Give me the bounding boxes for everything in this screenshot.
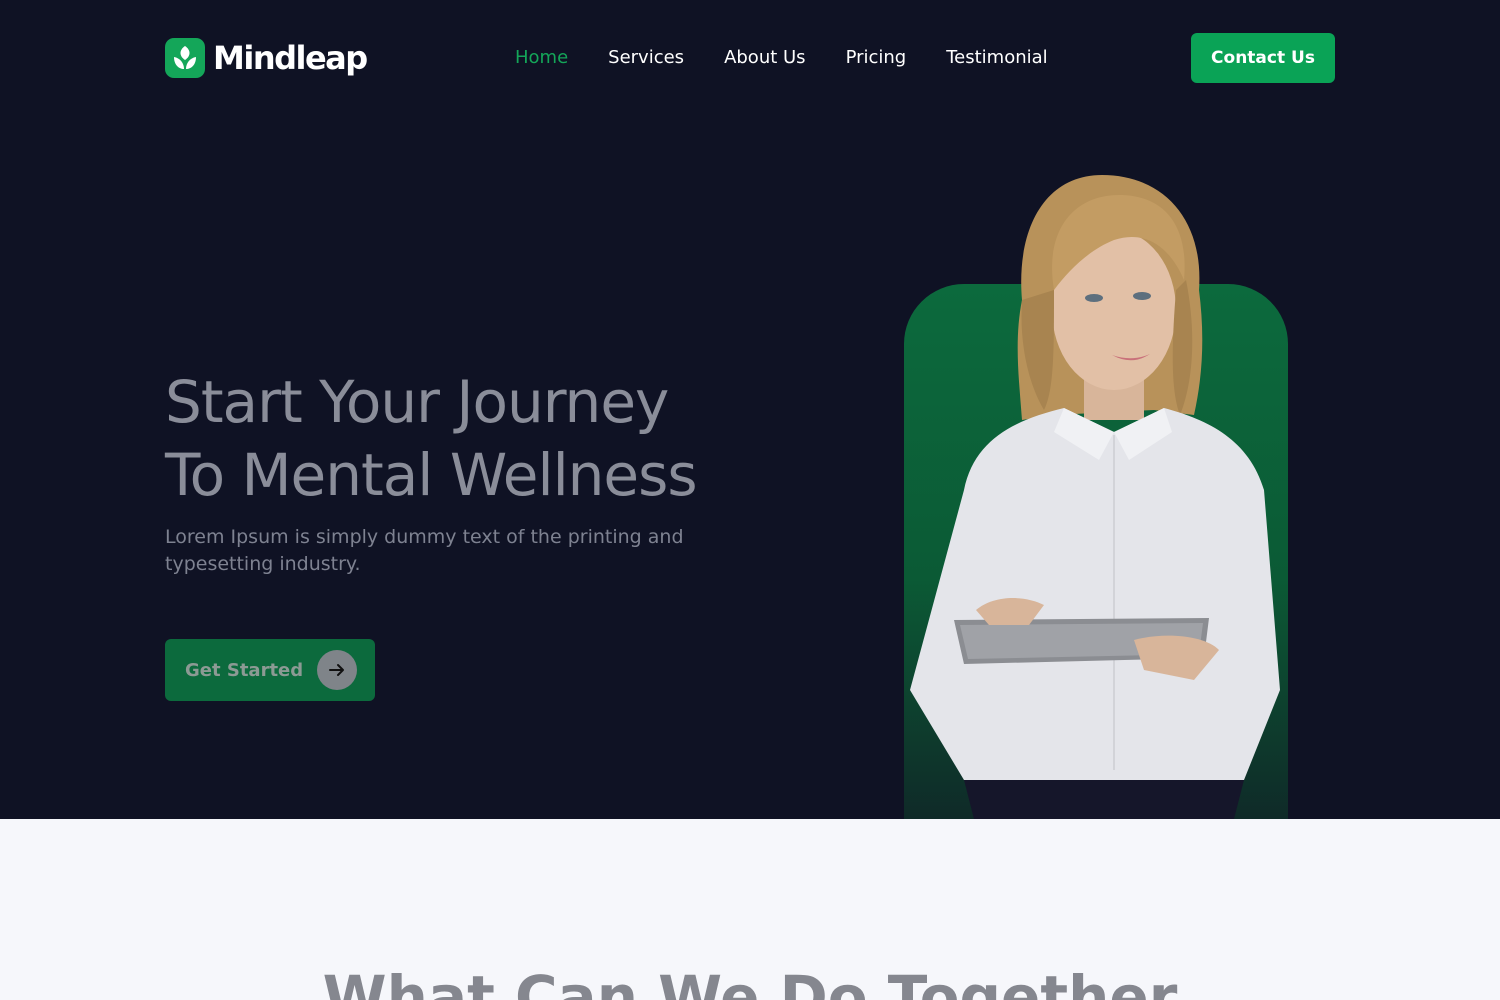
logo[interactable]: Mindleap xyxy=(165,38,368,78)
nav-item-pricing[interactable]: Pricing xyxy=(846,46,907,70)
nav-item-testimonial[interactable]: Testimonial xyxy=(946,46,1047,70)
logo-text: Mindleap xyxy=(213,39,368,77)
contact-us-button[interactable]: Contact Us xyxy=(1191,33,1335,83)
nav-item-services[interactable]: Services xyxy=(608,46,684,70)
arrow-right-icon xyxy=(317,650,358,690)
nav-item-home[interactable]: Home xyxy=(515,46,568,70)
services-section-title: What Can We Do Together xyxy=(322,963,1178,1000)
woman-with-tablet-image xyxy=(910,175,1280,819)
leaf-logo-icon xyxy=(165,38,205,78)
get-started-button[interactable]: Get Started xyxy=(165,639,375,701)
main-nav: Home Services About Us Pricing Testimoni… xyxy=(515,46,1048,70)
nav-item-about-us[interactable]: About Us xyxy=(724,46,806,70)
hero-section: Mindleap Home Services About Us Pricing … xyxy=(0,0,1500,819)
hero-headline: Start Your Journey To Mental Wellness xyxy=(165,366,785,512)
hero-headline-line1: Start Your Journey xyxy=(165,368,669,436)
get-started-label: Get Started xyxy=(185,659,304,681)
hero-subtext: Lorem Ipsum is simply dummy text of the … xyxy=(165,526,684,575)
hero-headline-line2: To Mental Wellness xyxy=(165,441,698,509)
